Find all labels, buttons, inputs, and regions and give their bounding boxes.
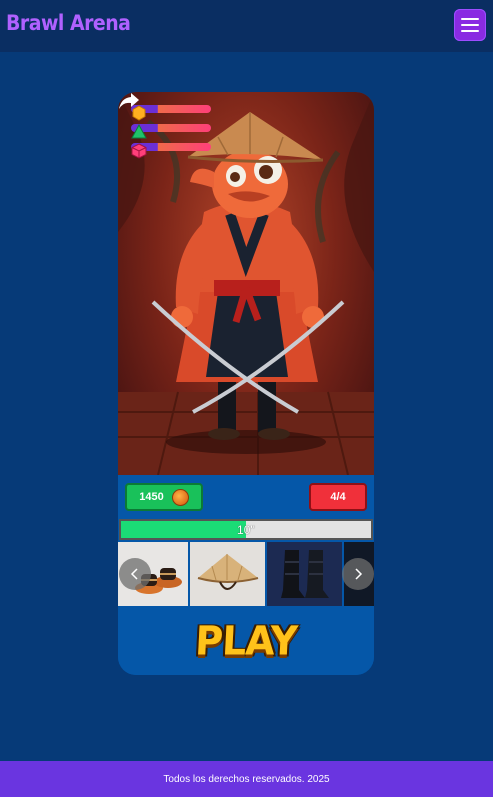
- play-area: PLAY: [118, 606, 374, 675]
- straw-hat-icon: [197, 554, 259, 590]
- footer-text: Todos los derechos reservados. 2025: [163, 773, 330, 785]
- carousel-prev-button[interactable]: [119, 558, 151, 590]
- item-slot-straw-hat[interactable]: [190, 542, 265, 606]
- hamburger-menu-button[interactable]: [454, 9, 486, 41]
- coins-badge: 1450: [125, 483, 203, 511]
- character-artwork: [118, 92, 374, 475]
- stat-row-green: [131, 124, 211, 139]
- share-arrow-icon[interactable]: [118, 92, 140, 110]
- hamburger-icon-line: [461, 24, 479, 26]
- coin-icon: [171, 488, 189, 506]
- lives-value: 4/4: [330, 491, 346, 503]
- coins-value: 1450: [139, 491, 164, 503]
- play-button[interactable]: PLAY: [194, 617, 298, 665]
- brand-title[interactable]: Brawl Arena: [6, 11, 131, 35]
- hamburger-icon-line: [461, 18, 479, 20]
- lives-badge: 4/4: [309, 483, 367, 511]
- boots-icon: [281, 550, 329, 598]
- footer: Todos los derechos reservados. 2025: [0, 761, 493, 797]
- chevron-right-icon: [355, 568, 363, 580]
- timer-bar: 10'': [119, 519, 373, 540]
- top-bar: Brawl Arena: [0, 0, 493, 52]
- stat-row-red: [131, 143, 211, 159]
- item-slot-boots[interactable]: [267, 542, 342, 606]
- timer-label: 10'': [237, 522, 255, 537]
- character-card: 1450 4/4 10'' PLAY: [118, 92, 374, 675]
- chevron-left-icon: [130, 568, 138, 580]
- red-cube-icon: [131, 143, 147, 159]
- stat-row-gold: [131, 105, 211, 121]
- hamburger-icon-line: [461, 30, 479, 32]
- item-carousel: [118, 542, 374, 606]
- carousel-next-button[interactable]: [342, 558, 374, 590]
- green-pyramid-icon: [131, 124, 147, 139]
